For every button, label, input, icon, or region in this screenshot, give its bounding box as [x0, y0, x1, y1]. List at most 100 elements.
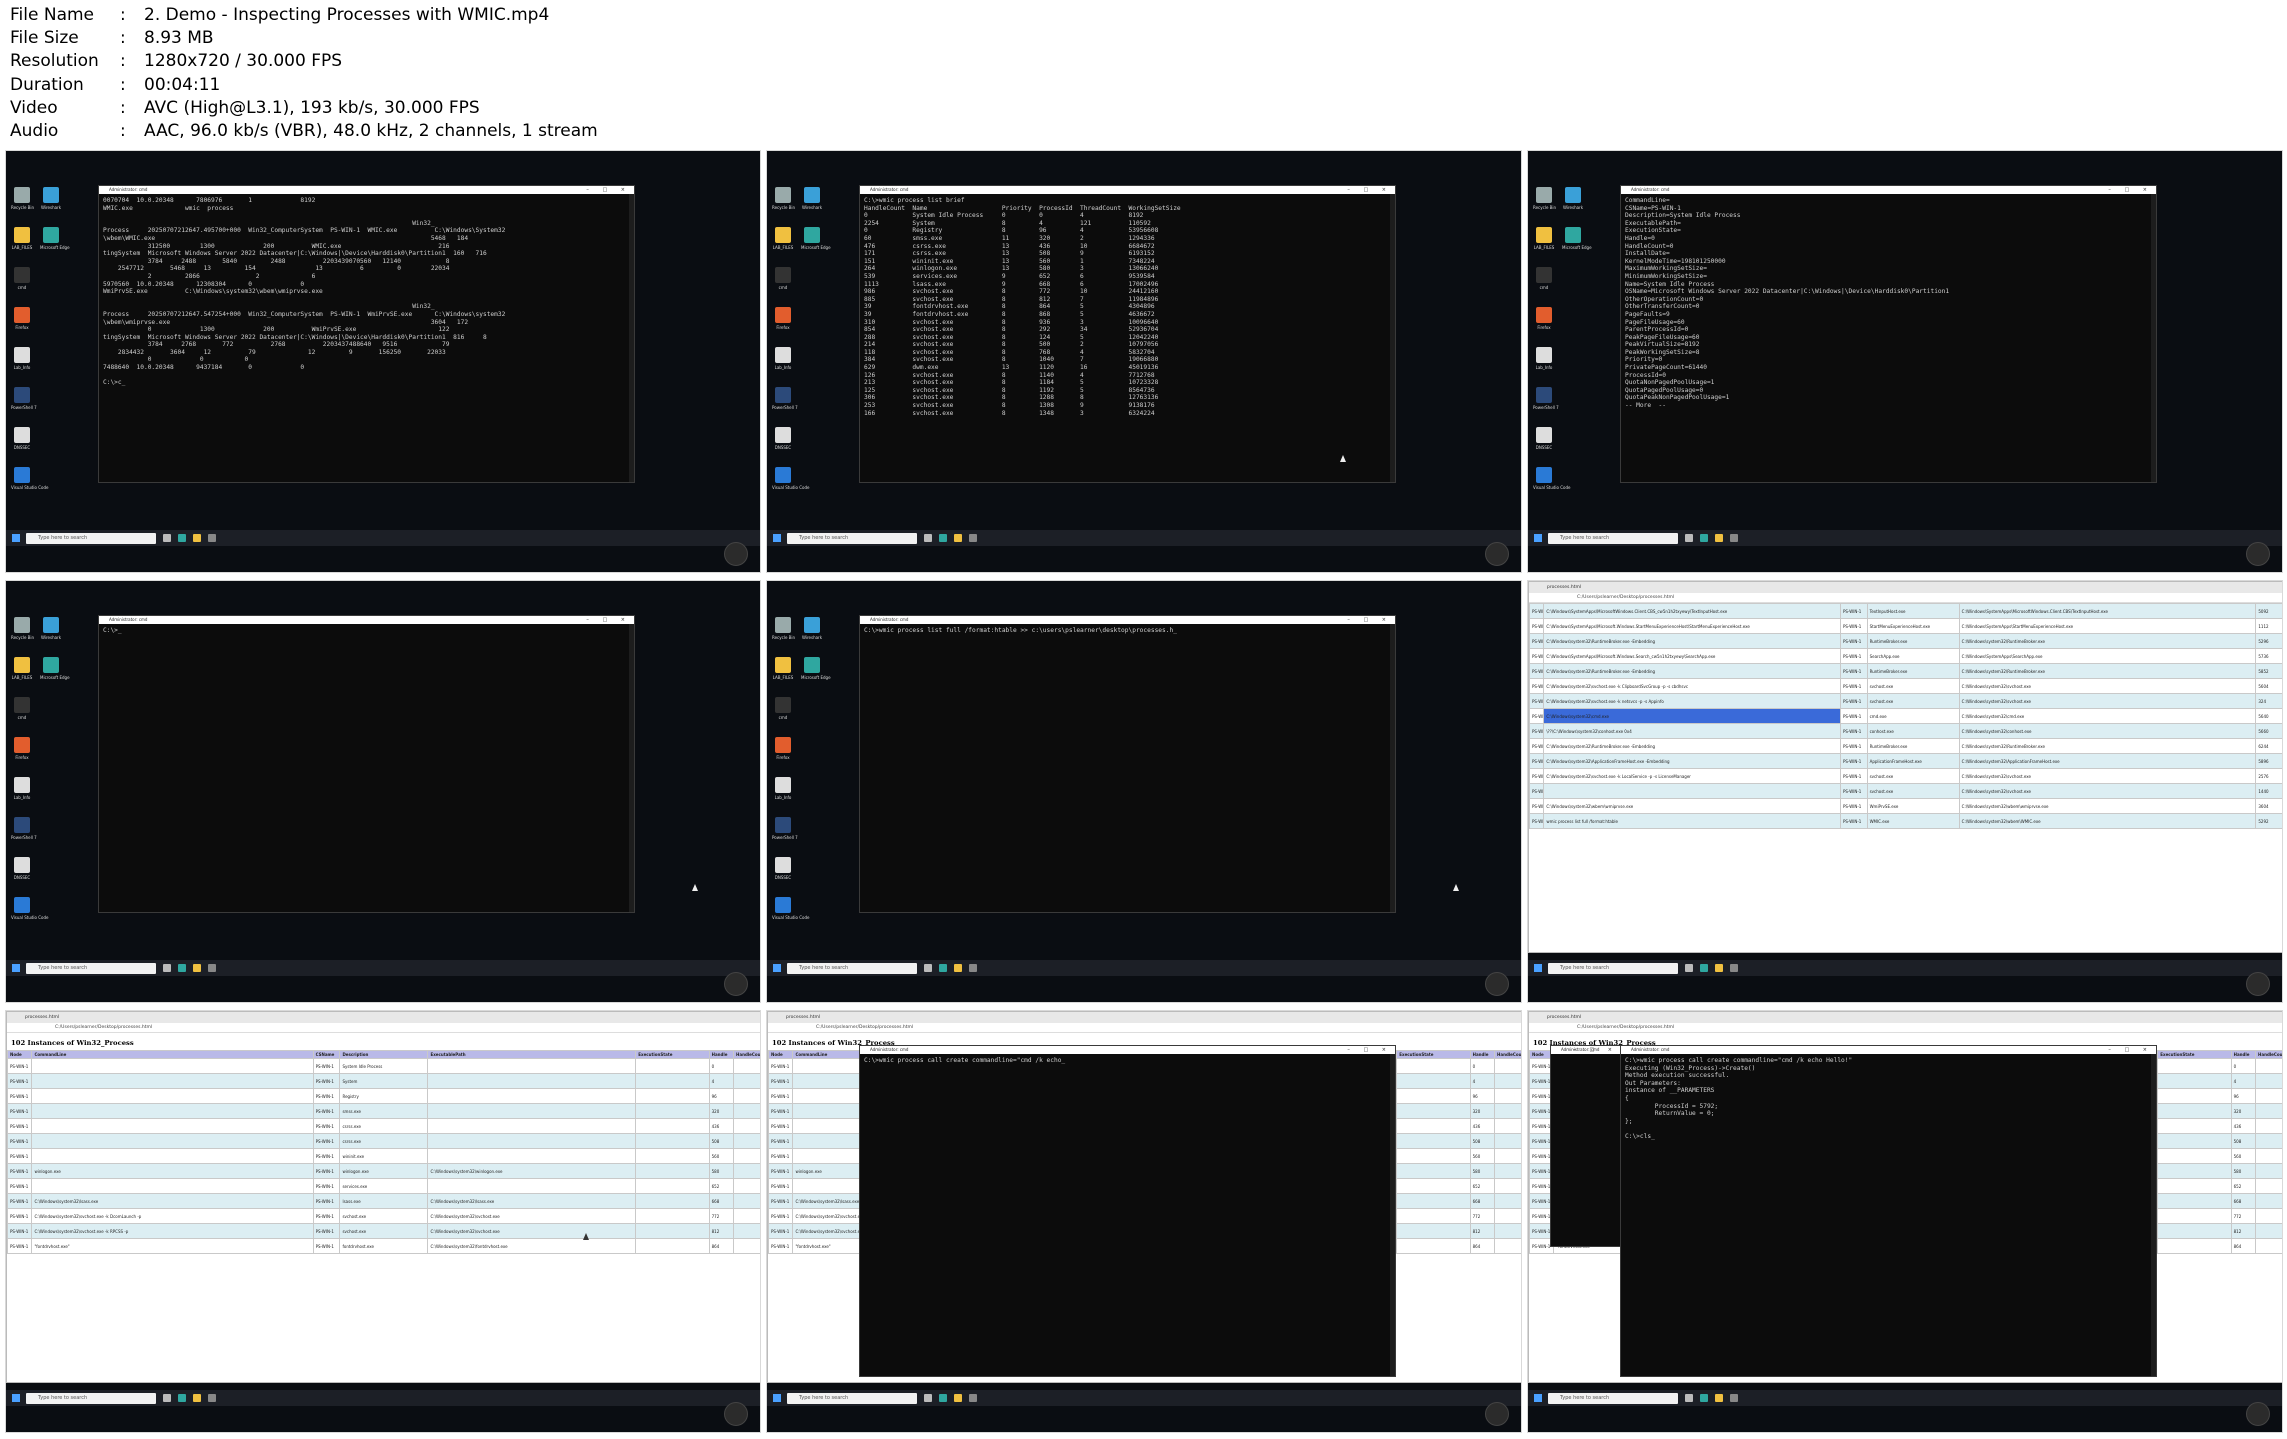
video-play-icon[interactable] [724, 972, 748, 996]
desktop-shortcut-icon[interactable]: LAB_FILES [11, 227, 33, 261]
desktop-shortcut-icon[interactable]: Microsoft Edge [801, 657, 831, 691]
desktop-shortcut-icon[interactable]: Firefox [772, 307, 794, 341]
file-explorer-icon[interactable] [954, 1394, 962, 1402]
column-header[interactable]: CSName [312, 1050, 341, 1059]
thumbnail-1[interactable]: Recycle Bin LAB_FILES cmd Firefox Lab_Info Po… [5, 150, 761, 573]
desktop-shortcut-icon[interactable]: Microsoft Edge [801, 227, 831, 261]
cmd-taskbar-icon[interactable] [208, 534, 216, 542]
taskbar-search[interactable]: Type here to search [787, 532, 917, 544]
desktop-shortcut-icon[interactable]: Recycle Bin [11, 187, 34, 221]
column-header[interactable]: Handle [1469, 1050, 1496, 1059]
edge-icon[interactable] [939, 964, 947, 972]
desktop-shortcut-icon[interactable]: cmd [772, 697, 794, 731]
cmd-taskbar-icon[interactable] [1730, 1394, 1738, 1402]
desktop-shortcut-icon[interactable]: PowerShell 7 [772, 387, 798, 421]
browser-tab[interactable]: processes.html [768, 1012, 1521, 1023]
desktop-shortcut-icon[interactable]: cmd [11, 697, 33, 731]
thumbnail-5[interactable]: Recycle Bin LAB_FILES cmd Firefox Lab_Info Po… [766, 580, 1522, 1003]
cmd-window[interactable]: Administrator: cmd – □ × C:\>wmic process… [859, 185, 1396, 483]
column-header[interactable]: HandleCount [1494, 1050, 1521, 1059]
desktop-shortcut-icon[interactable]: LAB_FILES [1533, 227, 1555, 261]
cmd-taskbar-icon[interactable] [208, 964, 216, 972]
task-view-icon[interactable] [924, 964, 932, 972]
desktop-shortcut-icon[interactable]: Microsoft Edge [1562, 227, 1592, 261]
browser-tab[interactable]: processes.html [1529, 1012, 2282, 1023]
desktop-shortcut-icon[interactable]: PowerShell 7 [11, 817, 37, 851]
video-play-icon[interactable] [1485, 972, 1509, 996]
cmd-window-behind[interactable]: Administrator: cmd – □ × [1550, 1045, 1622, 1247]
desktop-shortcut-icon[interactable]: Wireshark [40, 187, 62, 221]
taskbar-search[interactable]: Type here to search [787, 962, 917, 974]
desktop-shortcut-icon[interactable]: Recycle Bin [772, 187, 795, 221]
desktop-shortcut-icon[interactable]: Firefox [11, 307, 33, 341]
column-header[interactable]: Node [767, 1050, 794, 1059]
desktop-shortcut-icon[interactable]: LAB_FILES [11, 657, 33, 691]
cmd-window[interactable]: Administrator: cmd – □ × C:\>_ [98, 615, 635, 913]
thumbnail-9[interactable]: Recycle BinLAB_FILEScmdFirefoxLab_InfoPo… [1527, 1010, 2283, 1433]
start-icon[interactable] [12, 1394, 20, 1402]
video-play-icon[interactable] [724, 1402, 748, 1426]
start-icon[interactable] [12, 534, 20, 542]
thumbnail-6[interactable]: Recycle BinLAB_FILEScmdFirefoxLab_InfoPo… [1527, 580, 2283, 1003]
thumbnail-7[interactable]: Recycle BinLAB_FILEScmdFirefoxLab_InfoPo… [5, 1010, 761, 1433]
edge-icon[interactable] [1700, 964, 1708, 972]
scrollbar[interactable] [629, 194, 634, 482]
cmd-window[interactable]: Administrator: cmd – □ × C:\>wmic process… [1620, 1045, 2157, 1377]
desktop-shortcut-icon[interactable]: Lab_Info [1533, 347, 1555, 381]
cmd-taskbar-icon[interactable] [969, 1394, 977, 1402]
file-explorer-icon[interactable] [193, 1394, 201, 1402]
column-header[interactable]: ExecutionState [635, 1050, 710, 1059]
desktop-shortcut-icon[interactable]: Wireshark [40, 617, 62, 651]
cmd-taskbar-icon[interactable] [1730, 964, 1738, 972]
cmd-window[interactable]: Administrator: cmd – □ × C:\>wmic process… [859, 1045, 1396, 1377]
taskbar-search[interactable]: Type here to search [1548, 1392, 1678, 1404]
file-explorer-icon[interactable] [193, 534, 201, 542]
desktop-shortcut-icon[interactable]: DNSSEC [11, 857, 33, 891]
scrollbar[interactable] [2151, 1054, 2156, 1376]
file-explorer-icon[interactable] [193, 964, 201, 972]
window-controls-icon[interactable]: – □ × [1347, 186, 1392, 194]
taskbar-search[interactable]: Type here to search [787, 1392, 917, 1404]
desktop-shortcut-icon[interactable]: Firefox [11, 737, 33, 771]
desktop-shortcut-icon[interactable]: LAB_FILES [772, 657, 794, 691]
window-controls-icon[interactable]: – □ × [1573, 1046, 1618, 1054]
desktop-shortcut-icon[interactable]: PowerShell 7 [1533, 387, 1559, 421]
video-play-icon[interactable] [2246, 542, 2270, 566]
column-header[interactable]: CommandLine [31, 1050, 314, 1059]
task-view-icon[interactable] [163, 964, 171, 972]
video-play-icon[interactable] [2246, 972, 2270, 996]
start-icon[interactable] [773, 534, 781, 542]
thumbnail-4[interactable]: Recycle Bin LAB_FILES cmd Firefox Lab_Info Po… [5, 580, 761, 1003]
taskbar-search[interactable]: Type here to search [1548, 532, 1678, 544]
window-controls-icon[interactable]: – □ × [586, 616, 631, 624]
desktop-shortcut-icon[interactable]: Lab_Info [772, 347, 794, 381]
desktop-shortcut-icon[interactable]: Lab_Info [772, 777, 794, 811]
column-header[interactable]: Description [339, 1050, 429, 1059]
window-controls-icon[interactable]: – □ × [586, 186, 631, 194]
taskbar-search[interactable]: Type here to search [26, 962, 156, 974]
browser-window[interactable]: processes.html C:/Users/pslearner/Deskto… [6, 1011, 760, 1383]
desktop-shortcut-icon[interactable]: Microsoft Edge [40, 657, 70, 691]
desktop-shortcut-icon[interactable]: DNSSEC [772, 427, 794, 461]
desktop-shortcut-icon[interactable]: Visual Studio Code [11, 467, 48, 501]
cmd-taskbar-icon[interactable] [1730, 534, 1738, 542]
column-header[interactable]: ExecutionState [1396, 1050, 1471, 1059]
browser-tab[interactable]: processes.html [1529, 582, 2282, 593]
video-play-icon[interactable] [2246, 1402, 2270, 1426]
cmd-window[interactable]: Administrator: cmd – □ × CommandLine= CSN… [1620, 185, 2157, 483]
start-icon[interactable] [12, 964, 20, 972]
desktop-shortcut-icon[interactable]: Recycle Bin [1533, 187, 1556, 221]
edge-icon[interactable] [178, 1394, 186, 1402]
task-view-icon[interactable] [1685, 1394, 1693, 1402]
browser-window[interactable]: processes.html C:/Users/pslearner/Deskto… [1528, 581, 2282, 953]
desktop-shortcut-icon[interactable]: PowerShell 7 [772, 817, 798, 851]
column-header[interactable]: ExecutionState [2157, 1050, 2232, 1059]
desktop-shortcut-icon[interactable]: Firefox [1533, 307, 1555, 341]
task-view-icon[interactable] [1685, 964, 1693, 972]
desktop-shortcut-icon[interactable]: DNSSEC [1533, 427, 1555, 461]
desktop-shortcut-icon[interactable]: Wireshark [801, 187, 823, 221]
window-controls-icon[interactable]: – □ × [1347, 616, 1392, 624]
file-explorer-icon[interactable] [1715, 534, 1723, 542]
start-icon[interactable] [1534, 534, 1542, 542]
desktop-shortcut-icon[interactable]: Visual Studio Code [772, 467, 809, 501]
